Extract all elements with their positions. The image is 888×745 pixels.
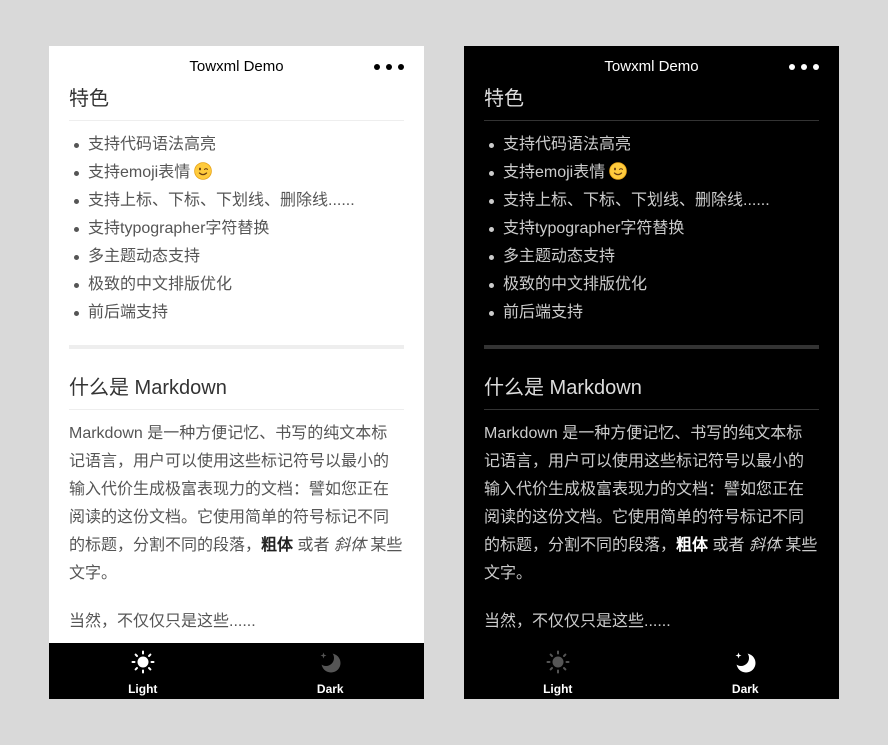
italic-text: 斜体 [333, 537, 366, 554]
feature-list-item: 前后端支持 [484, 299, 819, 327]
tab-dark[interactable]: Dark [237, 643, 425, 699]
horizontal-rule [484, 345, 819, 349]
menu-dot [789, 64, 795, 70]
feature-item-text: 前后端支持 [88, 304, 169, 321]
feature-list-item: 前后端支持 [69, 299, 404, 327]
tab-label: Light [128, 682, 158, 696]
menu-dot [398, 64, 404, 70]
sun-icon [131, 650, 155, 674]
description-line: 输入代价生成极富表现力的文档：譬如您正在 [69, 481, 390, 498]
feature-list-item: 支持代码语法高亮 [69, 131, 404, 159]
more-dots-icon [789, 64, 819, 70]
horizontal-rule [69, 345, 404, 349]
description-text: 或者 [293, 537, 334, 554]
feature-item-text: 支持代码语法高亮 [503, 136, 632, 153]
description-line: 阅读的这份文档。它使用简单的符号标记不同 [484, 509, 805, 526]
feature-list-item: 支持上标、下标、下划线、删除线...... [484, 187, 819, 215]
markdown-description: Markdown 是一种方便记忆、书写的纯文本标 记语言，用户可以使用这些标记符… [484, 420, 819, 588]
page-title: Towxml Demo [604, 58, 699, 75]
markdown-heading: 什么是 Markdown [484, 377, 819, 410]
feature-item-text: 多主题动态支持 [503, 248, 616, 265]
tab-label: Dark [731, 682, 759, 696]
description-text: 的标题，分割不同的段落， [484, 537, 677, 554]
tab-dark[interactable]: Dark [652, 643, 840, 699]
content-scroll-area[interactable]: 特色 支持代码语法高亮 支持emoji表情 支持上标、下标、下划线、删除线...… [464, 88, 839, 643]
more-menu-button[interactable] [789, 61, 819, 73]
description-text: 或者 [708, 537, 749, 554]
feature-item-text: 极致的中文排版优化 [503, 276, 648, 293]
features-list: 支持代码语法高亮 支持emoji表情 支持上标、下标、下划线、删除线......… [69, 131, 404, 327]
feature-item-text: 极致的中文排版优化 [88, 276, 233, 293]
winking-face-emoji-icon [194, 162, 213, 180]
winking-face-emoji-icon [609, 162, 628, 180]
feature-list-item: 支持代码语法高亮 [484, 131, 819, 159]
description-line: 文字。 [69, 565, 118, 582]
more-dots-icon [374, 64, 404, 70]
feature-item-text: 前后端支持 [503, 304, 584, 321]
feature-list-item: 多主题动态支持 [484, 243, 819, 271]
feature-item-text: 支持上标、下标、下划线、删除线...... [88, 192, 355, 209]
closing-text: 当然，不仅仅只是这些...... [484, 613, 671, 630]
menu-dot [801, 64, 807, 70]
feature-list-item: 极致的中文排版优化 [484, 271, 819, 299]
features-heading: 特色 [69, 88, 404, 121]
tab-light[interactable]: Light [464, 643, 652, 699]
navigation-bar: Towxml Demo [464, 46, 839, 88]
feature-item-text: 支持emoji表情 [503, 164, 606, 181]
feature-list-item: 支持emoji表情 [484, 159, 819, 187]
features-heading: 特色 [484, 88, 819, 121]
feature-item-text: 支持typographer字符替换 [88, 220, 270, 237]
description-line: 记语言，用户可以使用这些标记符号以最小的 [69, 453, 390, 470]
description-line: 记语言，用户可以使用这些标记符号以最小的 [484, 453, 805, 470]
description-line: 的标题，分割不同的段落，粗体 或者 斜体 某些 [69, 532, 404, 560]
moon-icon [733, 650, 757, 674]
description-text: 某些 [780, 537, 818, 554]
feature-list-item: 极致的中文排版优化 [69, 271, 404, 299]
menu-dot [386, 64, 392, 70]
feature-item-text: 支持typographer字符替换 [503, 220, 685, 237]
feature-list-item: 支持typographer字符替换 [484, 215, 819, 243]
bold-text: 粗体 [676, 537, 709, 554]
description-line: Markdown 是一种方便记忆、书写的纯文本标 [69, 425, 388, 442]
page-title: Towxml Demo [189, 58, 284, 75]
description-line: 阅读的这份文档。它使用简单的符号标记不同 [69, 509, 390, 526]
description-line: Markdown 是一种方便记忆、书写的纯文本标 [484, 425, 803, 442]
bottom-tab-bar: Light Dark [49, 643, 424, 699]
feature-item-text: 多主题动态支持 [88, 248, 201, 265]
feature-list-item: 支持emoji表情 [69, 159, 404, 187]
tab-label: Dark [316, 682, 344, 696]
content-scroll-area[interactable]: 特色 支持代码语法高亮 支持emoji表情 支持上标、下标、下划线、删除线...… [49, 88, 424, 643]
menu-dot [813, 64, 819, 70]
italic-text: 斜体 [748, 537, 781, 554]
features-list: 支持代码语法高亮 支持emoji表情 支持上标、下标、下划线、删除线......… [484, 131, 819, 327]
dark-theme-phone-screen: Towxml Demo 特色 支持代码语法高亮 支持emoji表情 支持上标、下… [464, 46, 839, 699]
tab-label: Light [543, 682, 573, 696]
description-line: 的标题，分割不同的段落，粗体 或者 斜体 某些 [484, 532, 819, 560]
feature-item-text: 支持emoji表情 [88, 164, 191, 181]
markdown-description: Markdown 是一种方便记忆、书写的纯文本标 记语言，用户可以使用这些标记符… [69, 420, 404, 588]
moon-icon [318, 650, 342, 674]
bottom-tab-bar: Light Dark [464, 643, 839, 699]
closing-text: 当然，不仅仅只是这些...... [69, 613, 256, 630]
more-menu-button[interactable] [374, 61, 404, 73]
feature-list-item: 多主题动态支持 [69, 243, 404, 271]
sun-icon [546, 650, 570, 674]
description-line: 输入代价生成极富表现力的文档：譬如您正在 [484, 481, 805, 498]
feature-list-item: 支持上标、下标、下划线、删除线...... [69, 187, 404, 215]
feature-list-item: 支持typographer字符替换 [69, 215, 404, 243]
menu-dot [374, 64, 380, 70]
feature-item-text: 支持代码语法高亮 [88, 136, 217, 153]
description-line: 文字。 [484, 565, 533, 582]
markdown-heading: 什么是 Markdown [69, 377, 404, 410]
feature-item-text: 支持上标、下标、下划线、删除线...... [503, 192, 770, 209]
description-text: 某些 [365, 537, 403, 554]
navigation-bar: Towxml Demo [49, 46, 424, 88]
light-theme-phone-screen: Towxml Demo 特色 支持代码语法高亮 支持emoji表情 支持上标、下… [49, 46, 424, 699]
tab-light[interactable]: Light [49, 643, 237, 699]
description-text: 的标题，分割不同的段落， [69, 537, 262, 554]
bold-text: 粗体 [261, 537, 294, 554]
